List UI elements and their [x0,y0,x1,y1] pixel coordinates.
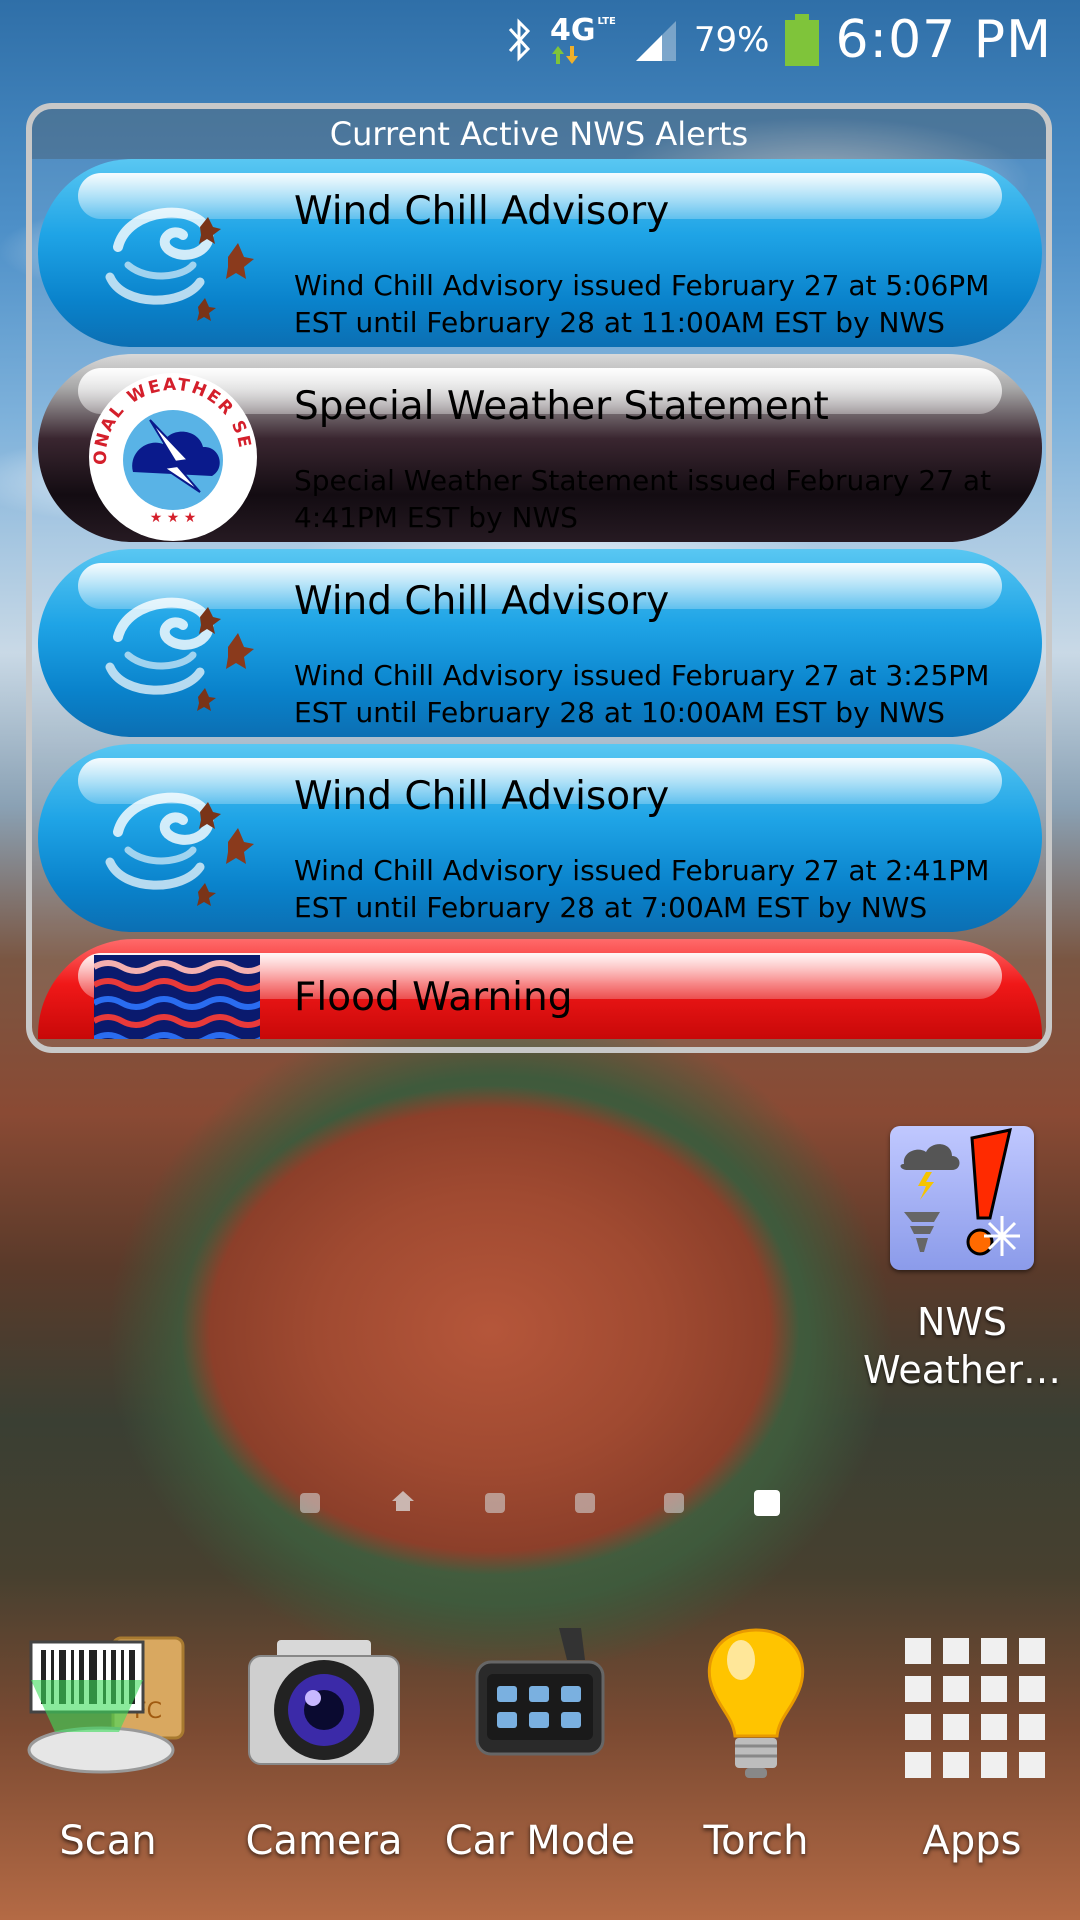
alert-description: Wind Chill Advisory issued February 27 a… [294,659,990,729]
alert-item[interactable]: Wind Chill Advisory Wind Chill Advisory … [38,744,1042,932]
signal-icon [632,17,678,63]
page-dot[interactable] [485,1493,506,1513]
dock-scan[interactable]: FC Scan [0,1620,216,1864]
home-page-icon[interactable] [390,1489,416,1517]
dock-car-mode[interactable]: Car Mode [432,1620,648,1864]
page-dot[interactable] [300,1493,320,1513]
barcode-scan-icon: FC [23,1620,193,1790]
app-label-line1: NWS [916,1300,1008,1344]
data-arrows-icon [552,46,579,64]
page-dot[interactable] [664,1493,685,1513]
network-4g-icon: 4G LTE [550,16,616,64]
status-bar: 4G LTE 79% 6:07 PM [0,0,1080,80]
alert-title: Wind Chill Advisory [294,579,670,624]
alert-title: Flood Warning [294,975,573,1020]
wind-chill-icon [88,567,258,727]
flood-icon [92,955,264,1039]
alert-title: Special Weather Statement [294,384,829,429]
app-label-line2: Weather… [863,1348,1061,1392]
nws-weather-app-shortcut[interactable]: NWS Weather… [852,1126,1072,1394]
alert-item[interactable]: Wind Chill Advisory Wind Chill Advisory … [38,159,1042,347]
dock-apps[interactable]: Apps [864,1620,1080,1864]
lightbulb-icon [671,1620,841,1790]
svg-text:★ ★ ★: ★ ★ ★ [150,510,197,526]
bluetooth-icon [506,17,534,63]
alert-description: Special Weather Statement issued Februar… [294,464,992,534]
network-label: 4G [550,13,596,48]
page-dot[interactable] [574,1493,595,1513]
dock-label: Torch [703,1818,809,1864]
wind-chill-icon [88,762,258,922]
clock: 6:07 PM [835,10,1052,70]
nws-alerts-widget: Current Active NWS Alerts Wind Chill Adv… [26,103,1052,1053]
nws-weather-app-icon [890,1126,1034,1270]
widget-header: Current Active NWS Alerts [32,109,1046,159]
network-sub-label: LTE [597,16,616,27]
dock-label: Scan [59,1818,157,1864]
alert-title: Wind Chill Advisory [294,189,670,234]
dock-torch[interactable]: Torch [648,1620,864,1864]
wind-chill-icon [88,177,258,337]
alert-description: Wind Chill Advisory issued February 27 a… [294,269,990,339]
battery-icon [785,14,820,66]
dock-label: Apps [922,1818,1022,1864]
alert-list[interactable]: Wind Chill Advisory Wind Chill Advisory … [32,159,1046,1039]
nws-logo-icon: NATIONAL WEATHER SERVICE ★ ★ ★ [80,357,258,541]
apps-grid-icon [887,1620,1057,1790]
page-indicator[interactable] [300,1488,780,1518]
dock: FC Scan Camera Car Mode Torch Apps [0,1620,1080,1920]
alert-item[interactable]: NATIONAL WEATHER SERVICE ★ ★ ★ Special W… [38,354,1042,542]
alert-item[interactable]: Flood Warning [38,939,1042,1039]
alert-item[interactable]: Wind Chill Advisory Wind Chill Advisory … [38,549,1042,737]
dock-label: Camera [245,1818,403,1864]
dock-camera[interactable]: Camera [216,1620,432,1864]
alert-title: Wind Chill Advisory [294,774,670,819]
battery-percent: 79% [693,20,770,60]
page-dot-active[interactable] [753,1490,780,1516]
alert-description: Wind Chill Advisory issued February 27 a… [294,854,990,924]
camera-icon [239,1620,409,1790]
car-mode-icon [455,1620,625,1790]
dock-label: Car Mode [444,1818,636,1864]
